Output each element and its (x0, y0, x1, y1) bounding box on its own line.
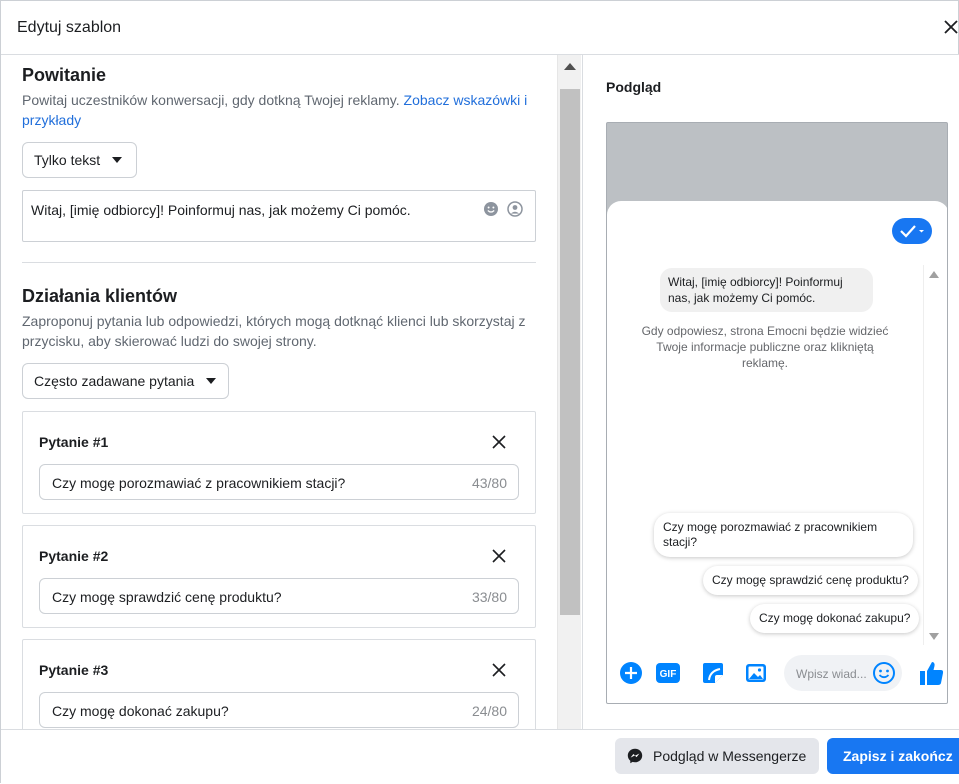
question-label: Pytanie #2 (39, 548, 109, 564)
char-counter: 33/80 (471, 589, 507, 605)
char-counter: 24/80 (471, 703, 507, 719)
question-card: Pytanie #2 Czy mogę sprawdzić cenę produ… (22, 525, 536, 628)
customer-actions-heading: Działania klientów (22, 286, 178, 306)
messenger-preview-button[interactable]: Podgląd w Messengerze (615, 738, 819, 774)
customer-actions-description: Zaproponuj pytania lub odpowiedzi, który… (22, 313, 526, 349)
greeting-heading: Powitanie (22, 65, 107, 85)
message-composer: GIF Wpisz wiad... (607, 647, 947, 703)
action-type-dropdown[interactable]: Często zadawane pytania (22, 363, 229, 399)
caret-down-icon (206, 378, 217, 384)
question-label: Pytanie #3 (39, 662, 109, 678)
dialog-header: Edytuj szablon (1, 1, 959, 55)
messenger-preview-label: Podgląd w Messengerze (653, 748, 807, 764)
dialog-footer: Podgląd w Messengerze Zapisz i zakończ (1, 729, 959, 784)
greeting-format-label: Tylko tekst (34, 152, 101, 168)
question-text: Czy mogę porozmawiać z pracownikiem stac… (52, 475, 346, 491)
question-card: Pytanie #1 Czy mogę porozmawiać z pracow… (22, 411, 536, 514)
messenger-icon (627, 748, 643, 764)
question-input[interactable]: Czy mogę porozmawiać z pracownikiem stac… (39, 464, 519, 500)
template-form: Powitanie Powitaj uczestników konwersacj… (1, 55, 557, 729)
scrollbar-thumb[interactable] (560, 89, 580, 615)
question-text: Czy mogę dokonać zakupu? (52, 703, 229, 719)
chat-window: Witaj, [imię odbiorcy]! Poinformuj nas, … (607, 201, 947, 703)
gif-label: GIF (660, 669, 677, 680)
question-input[interactable]: Czy mogę dokonać zakupu? 24/80 (39, 692, 519, 728)
like-icon[interactable] (917, 659, 945, 687)
sticker-icon[interactable] (701, 661, 725, 685)
gif-icon[interactable]: GIF (655, 661, 681, 685)
image-icon[interactable] (744, 661, 768, 685)
quick-reply[interactable]: Czy mogę sprawdzić cenę produktu? (703, 566, 918, 595)
scroll-up-arrow-icon[interactable] (929, 271, 939, 278)
plus-icon[interactable] (619, 661, 643, 685)
chat-scrollbar[interactable] (923, 265, 945, 645)
quick-reply[interactable]: Czy mogę dokonać zakupu? (750, 604, 920, 633)
preview-heading: Podgląd (606, 79, 662, 95)
messenger-preview: Witaj, [imię odbiorcy]! Poinformuj nas, … (606, 122, 948, 704)
personalize-icon[interactable] (507, 201, 523, 217)
section-divider (22, 262, 536, 263)
preview-panel: Podgląd Witaj, [imię odbiorcy]! Poinform… (582, 55, 959, 729)
action-type-label: Często zadawane pytania (34, 373, 195, 389)
caret-down-icon (112, 157, 123, 163)
emoji-icon[interactable] (483, 201, 499, 217)
quick-reply[interactable]: Czy mogę porozmawiać z pracownikiem stac… (654, 513, 913, 557)
greeting-format-dropdown[interactable]: Tylko tekst (22, 142, 137, 178)
greeting-description-text: Powitaj uczestników konwersacji, gdy dot… (22, 92, 400, 108)
remove-question-icon[interactable] (491, 434, 507, 450)
scroll-up-arrow-icon[interactable] (564, 63, 576, 70)
question-text: Czy mogę sprawdzić cenę produktu? (52, 589, 282, 605)
emoji-icon[interactable] (872, 661, 896, 685)
char-counter: 43/80 (471, 475, 507, 491)
scroll-down-arrow-icon[interactable] (929, 633, 939, 640)
remove-question-icon[interactable] (491, 662, 507, 678)
question-input[interactable]: Czy mogę sprawdzić cenę produktu? 33/80 (39, 578, 519, 614)
greeting-message-text: Witaj, [imię odbiorcy]! Poinformuj nas, … (31, 202, 411, 218)
save-and-finish-button[interactable]: Zapisz i zakończ (827, 738, 959, 774)
form-scrollbar[interactable] (557, 55, 581, 729)
edit-template-dialog: Edytuj szablon Powitanie Powitaj uczestn… (0, 0, 959, 784)
remove-question-icon[interactable] (491, 548, 507, 564)
greeting-message-input[interactable]: Witaj, [imię odbiorcy]! Poinformuj nas, … (22, 190, 536, 242)
dialog-title: Edytuj szablon (17, 19, 122, 36)
check-icon (900, 225, 924, 238)
check-dropdown-button[interactable] (892, 218, 932, 244)
greeting-description: Powitaj uczestników konwersacji, gdy dot… (22, 90, 542, 130)
privacy-info-text: Gdy odpowiesz, strona Emocni będzie widz… (641, 324, 889, 370)
close-icon[interactable] (941, 17, 959, 37)
question-label: Pytanie #1 (39, 434, 109, 450)
greeting-bubble: Witaj, [imię odbiorcy]! Poinformuj nas, … (660, 268, 873, 312)
question-card: Pytanie #3 Czy mogę dokonać zakupu? 24/8… (22, 639, 536, 729)
